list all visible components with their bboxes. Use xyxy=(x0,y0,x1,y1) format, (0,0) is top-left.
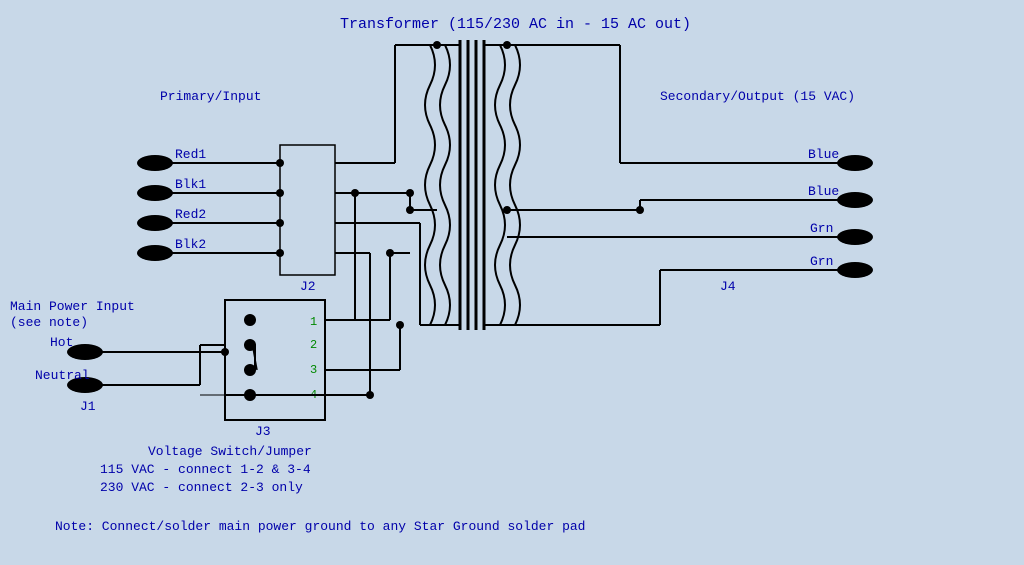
grn1-label: Grn xyxy=(810,221,833,236)
vac-115-label: 115 VAC - connect 1-2 & 3-4 xyxy=(100,462,311,477)
red1-label: Red1 xyxy=(175,147,206,162)
main-power-note: (see note) xyxy=(10,315,88,330)
j2-label: J2 xyxy=(300,279,316,294)
main-power-label: Main Power Input xyxy=(10,299,135,314)
schematic-svg: Transformer (115/230 AC in - 15 AC out) … xyxy=(0,0,1024,565)
j4-label: J4 xyxy=(720,279,736,294)
hot-label: Hot xyxy=(50,335,73,350)
neutral-label: Neutral xyxy=(35,368,90,383)
note-label: Note: Connect/solder main power ground t… xyxy=(55,519,586,534)
blue1-label: Blue xyxy=(808,147,839,162)
j3-label: J3 xyxy=(255,424,271,439)
diagram: Transformer (115/230 AC in - 15 AC out) … xyxy=(0,0,1024,565)
blk2-label: Blk2 xyxy=(175,237,206,252)
red2-label: Red2 xyxy=(175,207,206,222)
voltage-switch-label: Voltage Switch/Jumper xyxy=(148,444,312,459)
vac-230-label: 230 VAC - connect 2-3 only xyxy=(100,480,303,495)
pin2-label: 2 xyxy=(310,338,317,352)
blue2-label: Blue xyxy=(808,184,839,199)
primary-label: Primary/Input xyxy=(160,89,261,104)
pin1-label: 1 xyxy=(310,315,317,329)
title-text: Transformer (115/230 AC in - 15 AC out) xyxy=(340,16,691,33)
secondary-label: Secondary/Output (15 VAC) xyxy=(660,89,855,104)
blk1-label: Blk1 xyxy=(175,177,206,192)
pin3-label: 3 xyxy=(310,363,317,377)
j1-label: J1 xyxy=(80,399,96,414)
grn2-label: Grn xyxy=(810,254,833,269)
